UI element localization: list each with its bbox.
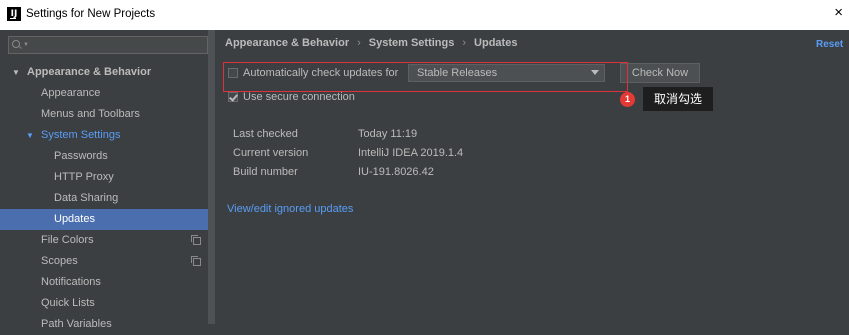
sidebar-item-label: Notifications (41, 276, 101, 288)
current-version-label: Current version (233, 147, 309, 159)
sidebar-item-label: Scopes (41, 255, 78, 267)
project-settings-icon (191, 235, 201, 245)
sidebar-item-label: File Colors (41, 234, 94, 246)
auto-check-updates-checkbox[interactable] (228, 68, 238, 78)
sidebar-item-label: Passwords (54, 150, 108, 162)
sidebar-item-notifications[interactable]: Notifications (0, 272, 215, 293)
build-number-value: IU-191.8026.42 (358, 166, 434, 178)
expand-arrow-icon[interactable]: ▼ (26, 125, 34, 146)
breadcrumb-item: Updates (474, 37, 518, 49)
sidebar-item-label: Path Variables (41, 318, 112, 330)
update-channel-select[interactable]: Stable Releases (408, 64, 605, 82)
sidebar-item-updates[interactable]: Updates (0, 209, 215, 230)
breadcrumb-item: System Settings (368, 37, 455, 49)
breadcrumb-separator: › (462, 37, 467, 49)
search-input[interactable]: ▼ (8, 36, 208, 54)
last-checked-label: Last checked (233, 128, 298, 140)
current-version-value: IntelliJ IDEA 2019.1.4 (358, 147, 464, 159)
close-icon[interactable]: × (834, 5, 843, 21)
ignored-updates-link[interactable]: View/edit ignored updates (227, 203, 353, 215)
secure-connection-checkbox[interactable] (228, 92, 238, 102)
sidebar-item-label: Updates (54, 213, 95, 225)
check-now-button[interactable]: Check Now (620, 63, 700, 83)
settings-sidebar: ▼ ▼ Appearance & Behavior Appearance Men… (0, 30, 215, 330)
sidebar-item-path-variables[interactable]: Path Variables (0, 314, 215, 335)
search-icon (12, 40, 20, 48)
sidebar-item-passwords[interactable]: Passwords (0, 146, 215, 167)
sidebar-item-system-settings[interactable]: ▼ System Settings (0, 125, 215, 146)
window-title: Settings for New Projects (26, 8, 156, 20)
intellij-logo-icon: IJ (7, 7, 21, 21)
sidebar-item-file-colors[interactable]: File Colors (0, 230, 215, 251)
chevron-down-icon[interactable]: ▼ (23, 42, 29, 48)
reset-link[interactable]: Reset (816, 39, 843, 50)
sidebar-item-appearance-behavior[interactable]: ▼ Appearance & Behavior (0, 62, 215, 83)
sidebar-item-label: HTTP Proxy (54, 171, 114, 183)
settings-tree: ▼ Appearance & Behavior Appearance Menus… (0, 62, 215, 335)
sidebar-item-label: Appearance (41, 87, 101, 99)
updates-panel: Appearance & Behavior › System Settings › Up… (215, 30, 849, 324)
project-settings-icon (191, 256, 201, 266)
update-channel-value: Stable Releases (417, 67, 498, 79)
breadcrumb-item: Appearance & Behavior (225, 37, 350, 49)
build-number-label: Build number (233, 166, 298, 178)
annotation-number-badge: 1 (620, 92, 635, 107)
sidebar-item-label: Data Sharing (54, 192, 119, 204)
sidebar-item-label: Appearance & Behavior (27, 66, 152, 78)
sidebar-item-quick-lists[interactable]: Quick Lists (0, 293, 215, 314)
sidebar-scrollbar[interactable] (208, 30, 215, 324)
sidebar-item-label: System Settings (41, 129, 121, 141)
expand-arrow-icon[interactable]: ▼ (12, 62, 20, 83)
secure-connection-label[interactable]: Use secure connection (243, 91, 355, 103)
sidebar-item-label: Quick Lists (41, 297, 95, 309)
sidebar-item-scopes[interactable]: Scopes (0, 251, 215, 272)
title-bar: IJ Settings for New Projects × (0, 0, 849, 30)
sidebar-item-label: Menus and Toolbars (41, 108, 140, 120)
breadcrumb: Appearance & Behavior › System Settings › Up… (225, 37, 517, 49)
annotation-tooltip: 取消勾选 (643, 87, 713, 111)
chevron-down-icon (591, 70, 599, 75)
breadcrumb-separator: › (357, 37, 361, 49)
sidebar-item-menus-toolbars[interactable]: Menus and Toolbars (0, 104, 215, 125)
auto-check-updates-label[interactable]: Automatically check updates for (243, 67, 398, 79)
last-checked-value: Today 11:19 (358, 128, 418, 140)
sidebar-item-appearance[interactable]: Appearance (0, 83, 215, 104)
sidebar-item-http-proxy[interactable]: HTTP Proxy (0, 167, 215, 188)
sidebar-item-data-sharing[interactable]: Data Sharing (0, 188, 215, 209)
